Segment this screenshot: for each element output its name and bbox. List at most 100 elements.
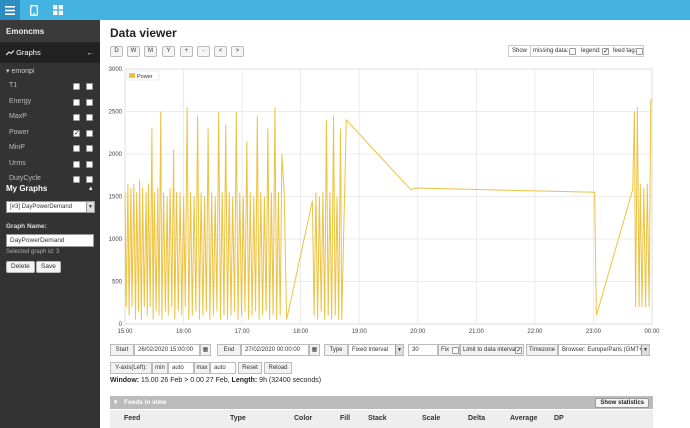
x-tick-label: 00:00 [644, 329, 660, 335]
legend-label: legend: [581, 48, 601, 54]
feed-name: Energy [9, 97, 32, 105]
power-chart[interactable]: 0 500 1000 1500 2000 2500 3000 15:00 16:00 17:00 1… [100, 64, 690, 354]
y-tick-label: 0 [119, 322, 123, 328]
fix-checkbox[interactable] [452, 346, 459, 354]
feed-right-axis-checkbox[interactable] [86, 83, 93, 90]
column-header[interactable]: Color [294, 415, 312, 422]
feed-right-axis-checkbox[interactable] [86, 176, 93, 183]
year-button[interactable]: Y [162, 46, 175, 57]
month-button[interactable]: M [144, 46, 157, 57]
reload-button[interactable]: Reload [264, 362, 292, 374]
feed-tag-label: feed tag: [613, 48, 637, 54]
display-options: Show missing data: legend: feed tag: [508, 45, 644, 57]
feeds-in-view-bar[interactable]: ▾ Feeds in view Show statistics [110, 396, 653, 409]
delete-button[interactable]: Delete [6, 261, 35, 273]
column-header[interactable]: Type [230, 415, 246, 422]
timezone-select-value: Browser: Europe/Paris (GMT+ [562, 347, 643, 353]
end-input[interactable]: 27/02/2020 00:00:00 [241, 344, 309, 356]
feed-right-axis-checkbox[interactable] [86, 114, 93, 121]
menu-icon[interactable] [0, 0, 20, 20]
feed-name: T1 [9, 82, 18, 89]
feed-left-axis-checkbox[interactable] [73, 83, 80, 90]
zoom-in-button[interactable]: + [180, 46, 193, 57]
y-tick-label: 1500 [109, 195, 123, 201]
x-tick-label: 18:00 [293, 329, 309, 335]
chart-area[interactable]: 0 500 1000 1500 2000 2500 3000 15:00 16:00 17:00 1… [100, 64, 690, 354]
interval-input[interactable]: 30 [408, 344, 438, 356]
column-header[interactable]: Scale [422, 415, 440, 422]
dashboard-icon[interactable] [48, 0, 68, 20]
column-header[interactable]: Average [510, 415, 537, 422]
zoom-out-button[interactable]: - [197, 46, 210, 57]
x-tick-label: 16:00 [176, 329, 192, 335]
feed-left-axis-checkbox[interactable] [73, 145, 80, 152]
max-label: max [194, 362, 210, 374]
feed-left-axis-checkbox[interactable] [73, 114, 80, 121]
column-header[interactable]: Stack [368, 415, 387, 422]
missing-data-label: missing data: [533, 48, 569, 54]
min-label: min [152, 362, 168, 374]
selected-graph-id: Selected graph id: 3 [6, 249, 60, 255]
sidebar-graphs-label: Graphs [16, 48, 41, 57]
column-header[interactable]: DP [554, 415, 564, 422]
feeds-table-header: Feed Type Color Fill Stack Scale Delta Average D… [110, 410, 653, 428]
timezone-select[interactable]: Browser: Europe/Paris (GMT+ ▼ [558, 344, 650, 356]
feed-left-axis-checkbox[interactable] [73, 176, 80, 183]
chevron-up-icon[interactable]: ▴ [89, 184, 93, 192]
limit-toggle[interactable]: Limit to data interval [460, 344, 524, 356]
legend-checkbox[interactable] [602, 47, 609, 55]
feeds-panel-title: Feeds in view [124, 399, 167, 406]
y-tick-label: 500 [112, 280, 123, 286]
yaxis-label: Y-axis(Left): [110, 362, 152, 374]
column-header[interactable]: Delta [468, 415, 485, 422]
phone-icon[interactable] [24, 0, 44, 20]
feed-tag-checkbox[interactable] [636, 48, 643, 55]
ymax-input[interactable]: auto [210, 362, 236, 374]
start-input[interactable]: 26/02/2020 15:00:00 [134, 344, 200, 356]
chevron-down-icon: ▾ [114, 399, 118, 406]
feed-row: MaxP [0, 110, 100, 126]
y-tick-label: 2000 [109, 152, 123, 158]
x-tick-label: 20:00 [410, 329, 426, 335]
feed-left-axis-checkbox[interactable] [73, 160, 80, 168]
window-info: Window: 15.00 26 Feb > 0.00 27 Feb, Leng… [110, 377, 321, 384]
feed-right-axis-checkbox[interactable] [86, 98, 93, 106]
y-tick-label: 3000 [109, 67, 123, 73]
sidebar: Emoncms Graphs ← ▾ emonpi T1 Energy MaxP Po… [0, 20, 100, 428]
divider [530, 46, 531, 56]
reset-button[interactable]: Reset [238, 362, 262, 374]
calendar-icon[interactable]: ▦ [309, 344, 320, 356]
save-button[interactable]: Save [36, 261, 61, 273]
type-select[interactable]: Fixed Interval ▼ [348, 344, 404, 356]
node-name: emonpi [11, 68, 35, 75]
my-graphs-title: My Graphs [6, 184, 48, 193]
feed-list: T1 Energy MaxP Power MinP Urms DutyCycle [0, 79, 100, 188]
column-header[interactable]: Fill [340, 415, 350, 422]
node-header[interactable]: ▾ emonpi [0, 65, 100, 79]
limit-checkbox[interactable] [515, 346, 522, 356]
legend-label: Power [137, 74, 153, 80]
ymin-input[interactable]: auto [168, 362, 194, 374]
feed-name: MaxP [9, 113, 27, 120]
sidebar-item-graphs[interactable]: Graphs ← [0, 43, 100, 63]
week-button[interactable]: W [127, 46, 140, 57]
column-header[interactable]: Feed [124, 415, 140, 422]
feed-right-axis-checkbox[interactable] [86, 160, 93, 168]
feed-right-axis-checkbox[interactable] [86, 145, 93, 152]
fix-toggle[interactable]: Fix [438, 344, 460, 356]
graph-name-input[interactable]: DayPowerDemand [6, 234, 94, 247]
feed-name: Urms [9, 159, 26, 167]
x-tick-label: 15:00 [117, 329, 133, 335]
collapse-arrow-icon[interactable]: ← [87, 43, 95, 63]
graph-select[interactable]: [#3] DayPowerDemand ▼ [6, 201, 95, 213]
calendar-icon[interactable]: ▦ [200, 344, 211, 356]
feed-row: Urms [0, 157, 100, 173]
missing-data-checkbox[interactable] [569, 48, 576, 55]
pan-right-button[interactable]: > [231, 46, 244, 57]
feed-right-axis-checkbox[interactable] [86, 129, 93, 137]
show-statistics-button[interactable]: Show statistics [595, 398, 649, 408]
day-button[interactable]: D [110, 46, 123, 57]
pan-left-button[interactable]: < [214, 46, 227, 57]
feed-left-axis-checkbox[interactable] [73, 129, 80, 137]
feed-left-axis-checkbox[interactable] [73, 98, 80, 106]
